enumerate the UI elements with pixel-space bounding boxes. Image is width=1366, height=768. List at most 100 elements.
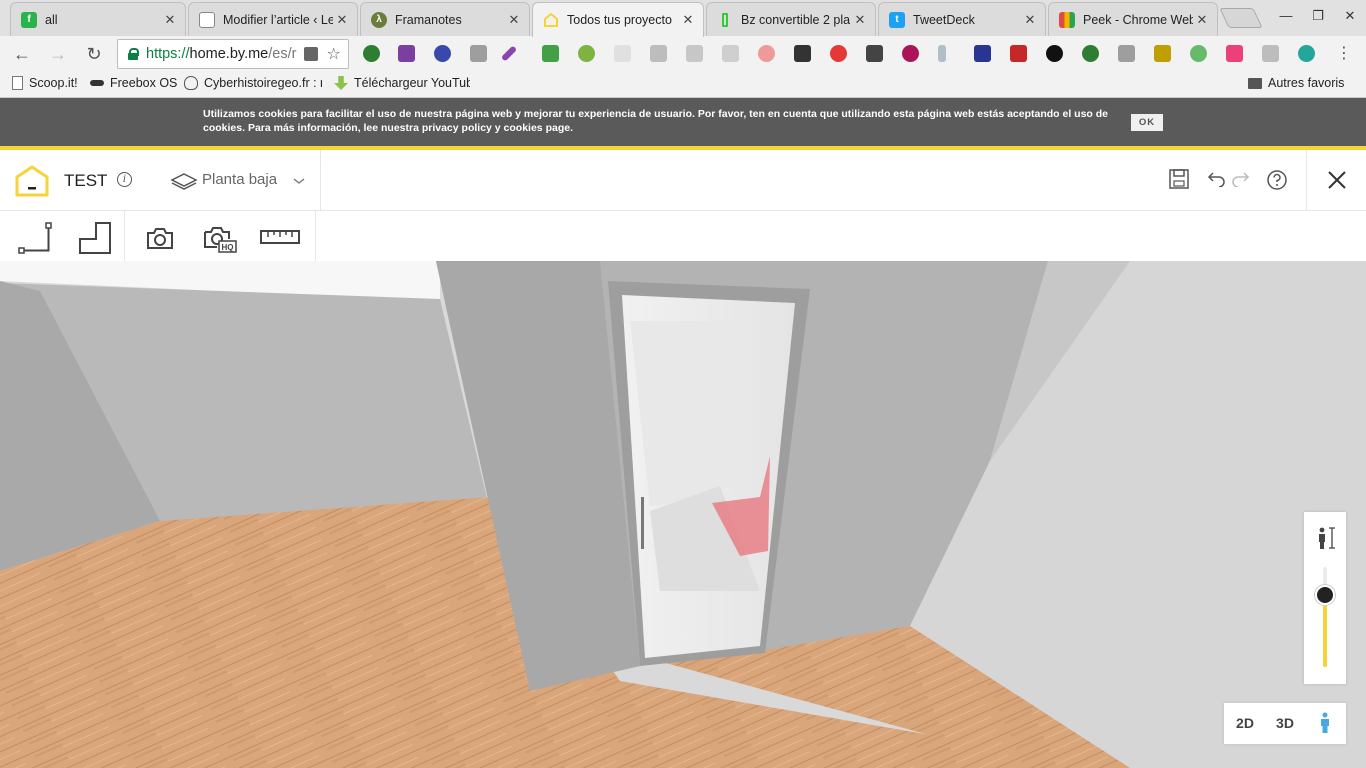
close-tab-icon[interactable]: ✕: [1021, 12, 1039, 28]
bookmarks-bar: Scoop.it! Freebox OS Cyberhistoiregeo.fr…: [0, 72, 1366, 98]
close-tab-icon[interactable]: ✕: [679, 12, 697, 28]
extension-turtle-icon[interactable]: [1082, 45, 1099, 62]
browser-tab[interactable]: Bz convertible 2 pla ✕: [706, 2, 876, 36]
extension-onenote-icon[interactable]: [398, 45, 415, 62]
reload-icon[interactable]: ↻: [82, 42, 106, 66]
extension-book-icon[interactable]: [974, 45, 991, 62]
view-2d-button[interactable]: 2D: [1225, 703, 1265, 744]
browser-tab[interactable]: Modifier l’article ‹ Le ✕: [188, 2, 358, 36]
other-bookmarks[interactable]: Autres favoris: [1248, 76, 1344, 90]
tab-title: Todos tus proyecto: [567, 13, 672, 27]
extension-print2-icon[interactable]: [686, 45, 703, 62]
back-arrow-icon[interactable]: ←: [10, 42, 34, 66]
close-tab-icon[interactable]: ✕: [505, 12, 523, 28]
hq-camera-icon[interactable]: HQ: [203, 225, 237, 253]
extension-wolf-icon[interactable]: [1226, 45, 1243, 62]
camera-height-slider[interactable]: [1323, 567, 1327, 667]
close-window-icon[interactable]: ✕: [1338, 8, 1362, 26]
draw-room-icon[interactable]: [78, 221, 112, 255]
redo-icon[interactable]: [1230, 171, 1250, 187]
bookmark-label: Scoop.it!: [29, 76, 78, 90]
undo-icon[interactable]: [1207, 171, 1227, 187]
extension-lastpass-icon[interactable]: [363, 45, 380, 62]
project-title[interactable]: TEST: [64, 171, 107, 191]
bookmark-item[interactable]: Freebox OS: [90, 76, 177, 90]
fox-icon: [184, 76, 198, 90]
slider-handle[interactable]: [1315, 585, 1335, 605]
room-3d-render: [0, 261, 1366, 768]
extension-green-dot-icon[interactable]: [578, 45, 595, 62]
help-icon[interactable]: [1266, 169, 1288, 191]
extension-tab-icon[interactable]: [1262, 45, 1279, 62]
camera-height-panel: [1304, 512, 1346, 684]
browser-tab-active[interactable]: Todos tus proyecto ✕: [532, 2, 704, 37]
close-tab-icon[interactable]: ✕: [161, 12, 179, 28]
app-header: TEST i Planta baja: [0, 150, 1366, 211]
other-bookmarks-label: Autres favoris: [1268, 76, 1345, 90]
extension-print-icon[interactable]: [542, 45, 559, 62]
draw-wall-icon[interactable]: [17, 221, 53, 255]
minimize-icon[interactable]: —: [1274, 8, 1298, 26]
restore-icon[interactable]: ❐: [1306, 8, 1330, 26]
bookmark-label: Téléchargeur YouTub: [354, 76, 470, 90]
bookmark-item[interactable]: Scoop.it!: [12, 76, 78, 90]
close-tab-icon[interactable]: ✕: [333, 12, 351, 28]
close-tab-icon[interactable]: ✕: [1193, 12, 1211, 28]
bookmark-item[interactable]: Cyberhistoiregeo.fr : r: [184, 76, 322, 90]
chrome-menu-icon[interactable]: ⋮: [1332, 42, 1356, 66]
translate-icon[interactable]: [304, 47, 319, 61]
3d-viewport[interactable]: [0, 261, 1366, 768]
new-tab-button[interactable]: [1219, 8, 1263, 28]
extension-opera-icon[interactable]: [830, 45, 847, 62]
view-3d-button[interactable]: 3D: [1265, 703, 1305, 744]
bookmark-star-icon[interactable]: ☆: [326, 44, 340, 64]
url-scheme: https://: [146, 46, 190, 62]
feedly-icon: f: [21, 11, 37, 28]
extension-n-icon[interactable]: [650, 45, 667, 62]
download-icon: [334, 76, 348, 90]
extension-star-icon[interactable]: [1046, 45, 1063, 62]
cookie-ok-button[interactable]: OK: [1131, 114, 1163, 131]
extension-pdf-icon[interactable]: [1154, 45, 1171, 62]
slider-fill: [1323, 595, 1327, 667]
tools-bar: HQ: [0, 211, 316, 261]
address-bar[interactable]: https:// home.by.me /es/r ☆: [117, 39, 349, 69]
extension-feather-icon[interactable]: [500, 45, 518, 62]
extension-youtube-icon[interactable]: [1010, 45, 1027, 62]
browser-tab[interactable]: λ Framanotes ✕: [360, 2, 530, 36]
tab-title: Framanotes: [395, 12, 462, 27]
chevron-down-icon[interactable]: [293, 177, 305, 185]
extension-camera-icon[interactable]: [470, 45, 487, 62]
camera-icon[interactable]: [146, 226, 174, 250]
extension-cast-icon[interactable]: [1118, 45, 1135, 62]
freebox-icon: [90, 80, 104, 86]
close-icon[interactable]: [1327, 170, 1347, 190]
ruler-icon[interactable]: [260, 228, 300, 246]
browser-tab[interactable]: t TweetDeck ✕: [878, 2, 1046, 36]
extension-ankh-icon[interactable]: [938, 45, 946, 62]
floor-selector[interactable]: Planta baja: [202, 171, 277, 188]
bookmark-item[interactable]: Téléchargeur YouTub: [334, 76, 470, 90]
save-icon[interactable]: [1168, 168, 1190, 190]
url-host: home.by.me: [189, 46, 269, 62]
twitter-icon: t: [889, 11, 905, 28]
extension-signal-icon[interactable]: [758, 45, 775, 62]
homebyme-icon: [543, 12, 559, 28]
cookie-banner: Utilizamos cookies para facilitar el uso…: [0, 98, 1366, 146]
extension-gif-icon[interactable]: [614, 45, 631, 62]
extension-donut-icon[interactable]: [902, 45, 919, 62]
close-tab-icon[interactable]: ✕: [851, 12, 869, 28]
extension-k-icon[interactable]: [434, 45, 451, 62]
extension-eye-icon[interactable]: [1190, 45, 1207, 62]
extension-search-icon[interactable]: [1298, 45, 1315, 62]
info-icon[interactable]: i: [117, 172, 132, 187]
extension-qr-icon[interactable]: [794, 45, 811, 62]
extension-qr2-icon[interactable]: [866, 45, 883, 62]
view-person-button[interactable]: [1305, 703, 1345, 744]
forward-arrow-icon[interactable]: →: [46, 42, 70, 66]
homebyme-logo-icon[interactable]: [14, 164, 50, 198]
browser-tab[interactable]: Peek - Chrome Web ✕: [1048, 2, 1218, 36]
browser-tab[interactable]: f all ✕: [10, 2, 186, 36]
extension-rss-icon[interactable]: [722, 45, 739, 62]
chrome-webstore-icon: [1059, 11, 1075, 28]
